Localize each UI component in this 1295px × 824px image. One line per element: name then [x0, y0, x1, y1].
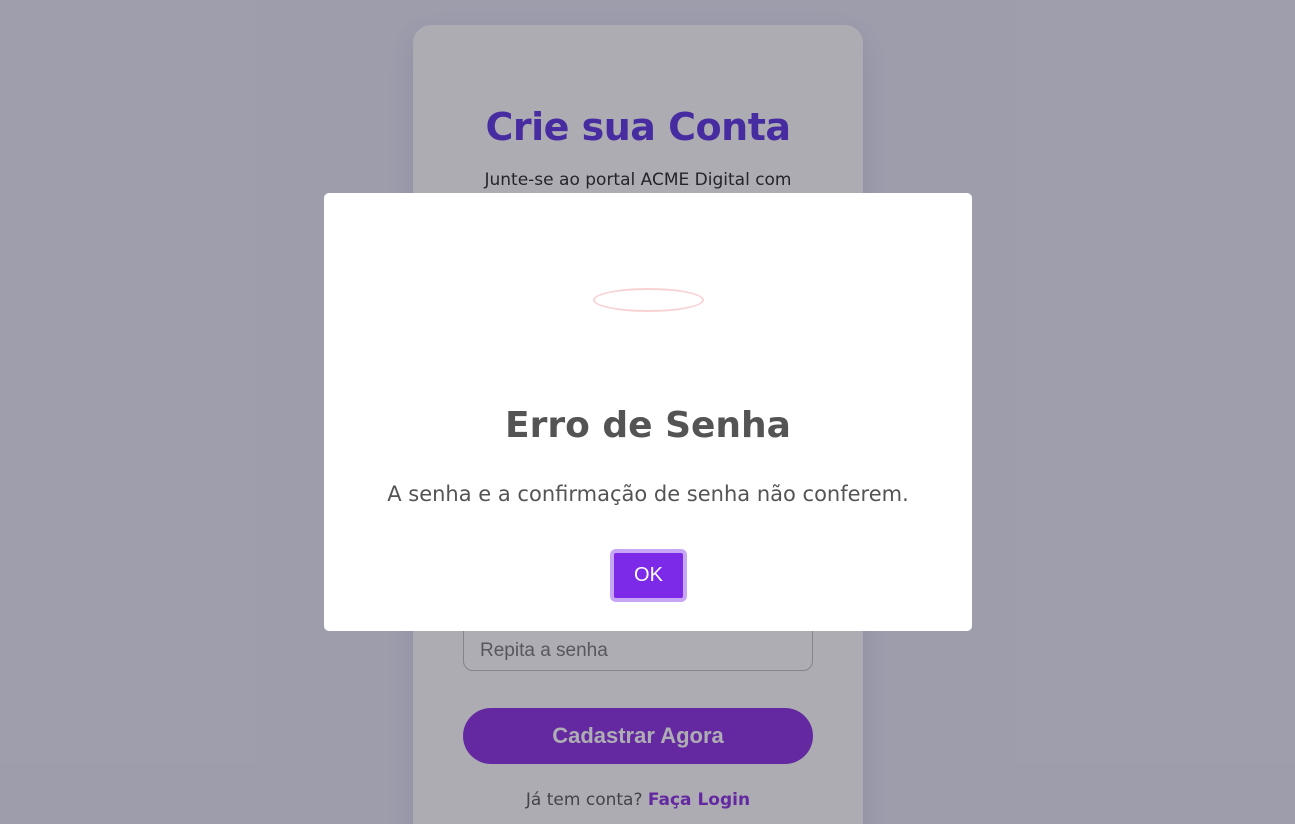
dialog-title: Erro de Senha: [505, 405, 791, 446]
dialog-message: A senha e a confirmação de senha não con…: [387, 482, 909, 506]
error-dialog: Erro de Senha A senha e a confirmação de…: [324, 193, 972, 631]
ok-button[interactable]: OK: [610, 549, 687, 602]
error-icon: [593, 288, 704, 312]
